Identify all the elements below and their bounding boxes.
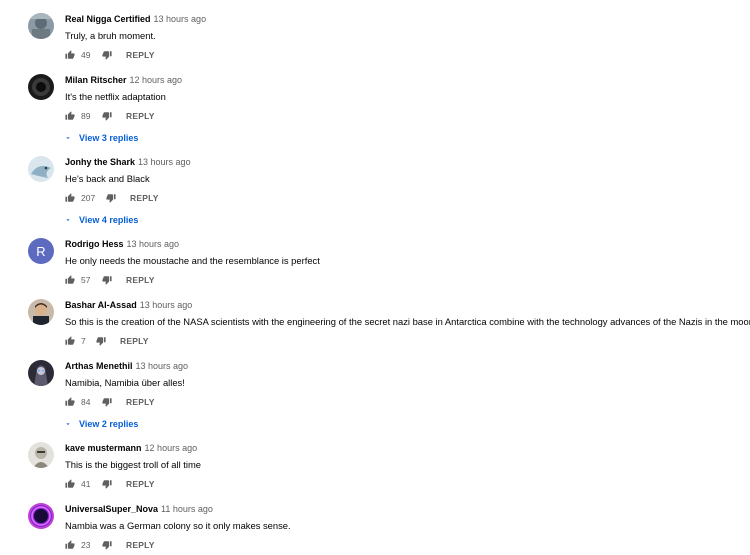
thumbs-up-icon[interactable] [65, 336, 75, 346]
author-name[interactable]: kave mustermann [65, 443, 142, 453]
avatar-image [28, 299, 54, 325]
like-count: 49 [81, 50, 91, 60]
thumbs-up-icon[interactable] [65, 540, 75, 550]
comment-header: kave mustermann 12 hours ago [65, 443, 197, 453]
author-name[interactable]: Real Nigga Certified [65, 14, 151, 24]
comment-actions: 57 REPLY [65, 274, 155, 286]
comment-text: Nambia was a German colony so it only ma… [65, 520, 291, 531]
thumbs-down-icon[interactable] [102, 275, 112, 285]
thumbs-down-icon[interactable] [102, 50, 112, 60]
view-replies-label: View 4 replies [79, 215, 139, 225]
avatar[interactable] [28, 74, 54, 100]
comment-text: Namibia, Namibia über alles! [65, 377, 185, 388]
thumbs-down-icon[interactable] [102, 540, 112, 550]
thumbs-up-icon[interactable] [65, 275, 75, 285]
chevron-down-icon [66, 423, 70, 425]
thumbs-down-icon[interactable] [96, 336, 106, 346]
like-count: 7 [81, 336, 86, 346]
avatar[interactable] [28, 503, 54, 529]
author-name[interactable]: Milan Ritscher [65, 75, 127, 85]
like-count: 57 [81, 275, 91, 285]
comment-header: Arthas Menethil 13 hours ago [65, 361, 188, 371]
avatar[interactable] [28, 360, 54, 386]
comment-timestamp[interactable]: 13 hours ago [138, 157, 191, 167]
reply-button[interactable]: REPLY [126, 540, 155, 550]
chevron-down-icon [66, 219, 70, 221]
comment-header: Milan Ritscher 12 hours ago [65, 75, 182, 85]
comment-timestamp[interactable]: 13 hours ago [154, 14, 207, 24]
view-replies-button[interactable]: View 3 replies [64, 133, 138, 143]
comment-actions: 41 REPLY [65, 478, 155, 490]
view-replies-label: View 2 replies [79, 419, 139, 429]
avatar-image [28, 156, 54, 182]
reply-button[interactable]: REPLY [126, 397, 155, 407]
comment-timestamp[interactable]: 12 hours ago [130, 75, 183, 85]
view-replies-button[interactable]: View 4 replies [64, 215, 138, 225]
comment-header: UniversalSuper_Nova 11 hours ago [65, 504, 213, 514]
like-count: 84 [81, 397, 91, 407]
comment-header: Jonhy the Shark 13 hours ago [65, 157, 191, 167]
avatar-image [28, 360, 54, 386]
thumbs-up-icon[interactable] [65, 479, 75, 489]
avatar[interactable] [28, 442, 54, 468]
comment-actions: 84 REPLY [65, 396, 155, 408]
thumbs-up-icon[interactable] [65, 50, 75, 60]
reply-button[interactable]: REPLY [120, 336, 149, 346]
thumbs-up-icon[interactable] [65, 111, 75, 121]
author-name[interactable]: UniversalSuper_Nova [65, 504, 158, 514]
avatar-image [28, 442, 54, 468]
thumbs-down-icon[interactable] [102, 397, 112, 407]
chevron-down-icon [66, 137, 70, 139]
comment-timestamp[interactable]: 13 hours ago [127, 239, 180, 249]
avatar[interactable]: R [28, 238, 54, 264]
view-replies-button[interactable]: View 2 replies [64, 419, 138, 429]
comment-timestamp[interactable]: 13 hours ago [140, 300, 193, 310]
like-count: 207 [81, 193, 96, 203]
like-count: 41 [81, 479, 91, 489]
like-count: 23 [81, 540, 91, 550]
comment-header: Rodrigo Hess 13 hours ago [65, 239, 179, 249]
thumbs-down-icon[interactable] [102, 479, 112, 489]
avatar-image [28, 74, 54, 100]
avatar-letter: R [36, 243, 46, 259]
like-count: 89 [81, 111, 91, 121]
comment-actions: 207 REPLY [65, 192, 159, 204]
comment-text: So this is the creation of the NASA scie… [65, 316, 750, 327]
comment-actions: 7 REPLY [65, 335, 149, 347]
view-replies-label: View 3 replies [79, 133, 139, 143]
avatar[interactable] [28, 299, 54, 325]
comment-actions: 89 REPLY [65, 110, 155, 122]
avatar-image [28, 13, 54, 39]
avatar[interactable] [28, 13, 54, 39]
reply-button[interactable]: REPLY [130, 193, 159, 203]
thumbs-up-icon[interactable] [65, 193, 75, 203]
author-name[interactable]: Rodrigo Hess [65, 239, 124, 249]
comment-text: Truly, a bruh moment. [65, 30, 156, 41]
reply-button[interactable]: REPLY [126, 479, 155, 489]
reply-button[interactable]: REPLY [126, 275, 155, 285]
author-name[interactable]: Jonhy the Shark [65, 157, 135, 167]
comment-header: Bashar Al-Assad 13 hours ago [65, 300, 192, 310]
thumbs-down-icon[interactable] [106, 193, 116, 203]
avatar[interactable] [28, 156, 54, 182]
comment-text: It's the netflix adaptation [65, 91, 166, 102]
author-name[interactable]: Bashar Al-Assad [65, 300, 137, 310]
comment-text: This is the biggest troll of all time [65, 459, 201, 470]
comment-text: He's back and Black [65, 173, 150, 184]
comment-timestamp[interactable]: 13 hours ago [136, 361, 189, 371]
comment-actions: 49 REPLY [65, 49, 155, 61]
reply-button[interactable]: REPLY [126, 111, 155, 121]
avatar-image [28, 503, 54, 529]
comment-text: He only needs the moustache and the rese… [65, 255, 320, 266]
comment-timestamp[interactable]: 12 hours ago [145, 443, 198, 453]
comment-header: Real Nigga Certified 13 hours ago [65, 14, 206, 24]
comments-section: Real Nigga Certified 13 hours ago Truly, … [0, 0, 750, 555]
comment-actions: 23 REPLY [65, 539, 155, 551]
thumbs-down-icon[interactable] [102, 111, 112, 121]
thumbs-up-icon[interactable] [65, 397, 75, 407]
reply-button[interactable]: REPLY [126, 50, 155, 60]
comment-timestamp[interactable]: 11 hours ago [161, 504, 213, 514]
author-name[interactable]: Arthas Menethil [65, 361, 133, 371]
